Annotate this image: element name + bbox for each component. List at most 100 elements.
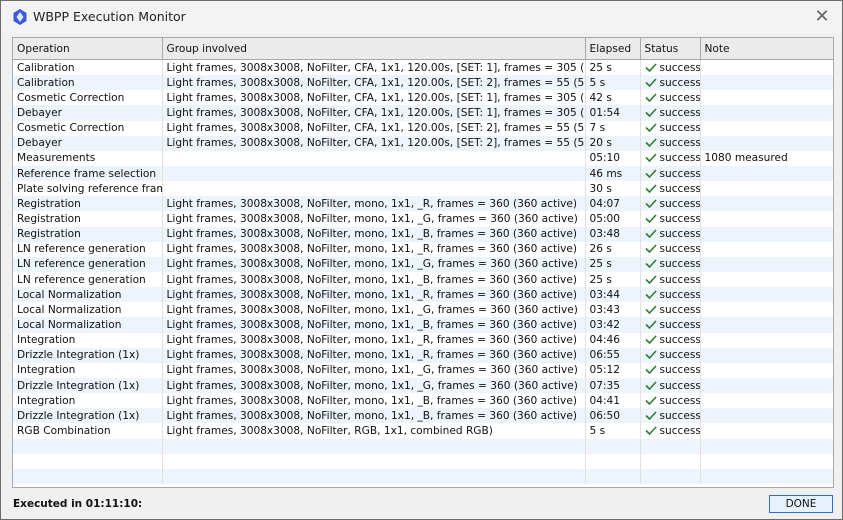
elapsed-cell: 06:55 (585, 347, 641, 363)
check-icon (644, 184, 657, 193)
done-button[interactable]: DONE (769, 495, 833, 513)
table-row[interactable]: Integration Light frames, 3008x3008, NoFi… (13, 332, 833, 348)
status-text: success (659, 228, 700, 241)
elapsed-cell: 42 s (585, 90, 641, 106)
status-text: success (659, 394, 700, 407)
elapsed-cell: 05:10 (585, 150, 641, 166)
group-cell: Light frames, 3008x3008, NoFilter, CFA, … (162, 75, 586, 91)
table-row[interactable]: Local Normalization Light frames, 3008x30… (13, 287, 833, 303)
status-cell: success (640, 135, 701, 151)
group-cell: Light frames, 3008x3008, NoFilter, mono,… (162, 241, 586, 257)
table-row[interactable]: Debayer Light frames, 3008x3008, NoFilter… (13, 135, 833, 151)
table-row[interactable]: Drizzle Integration (1x) Light frames, 30… (13, 408, 833, 424)
elapsed-cell: 5 s (585, 75, 641, 91)
note-cell (700, 226, 833, 242)
elapsed-cell: 03:48 (585, 226, 641, 242)
table-row[interactable]: Plate solving reference frames 30 s succes… (13, 181, 833, 197)
table-row[interactable]: LN reference generation Light frames, 300… (13, 241, 833, 257)
status-text: success (659, 137, 700, 150)
table-row[interactable]: Cosmetic Correction Light frames, 3008x30… (13, 90, 833, 106)
empty-cell (13, 438, 163, 454)
elapsed-cell: 04:46 (585, 332, 641, 348)
column-header-note[interactable]: Note (700, 38, 833, 60)
operation-cell: Drizzle Integration (1x) (13, 347, 163, 363)
note-cell (700, 211, 833, 227)
operation-cell: Calibration (13, 59, 163, 76)
column-header-status[interactable]: Status (640, 38, 701, 60)
table-row[interactable]: Drizzle Integration (1x) Light frames, 30… (13, 347, 833, 363)
elapsed-cell: 25 s (585, 256, 641, 272)
empty-cell (585, 453, 641, 469)
status-text: success (659, 318, 700, 331)
check-icon (644, 320, 657, 329)
operation-cell: Integration (13, 332, 163, 348)
table-row[interactable]: RGB Combination Light frames, 3008x3008, … (13, 423, 833, 439)
status-cell: success (640, 287, 701, 303)
status-text: success (659, 167, 700, 180)
group-cell: Light frames, 3008x3008, NoFilter, mono,… (162, 256, 586, 272)
table-row[interactable]: LN reference generation Light frames, 300… (13, 256, 833, 272)
group-cell: Light frames, 3008x3008, NoFilter, mono,… (162, 377, 586, 394)
note-cell (700, 256, 833, 272)
operation-cell: Registration (13, 211, 163, 227)
table-row[interactable]: Registration Light frames, 3008x3008, NoF… (13, 196, 833, 212)
check-icon (644, 259, 657, 269)
table-row[interactable]: Local Normalization Light frames, 3008x30… (13, 302, 833, 318)
table-row[interactable]: Registration Light frames, 3008x3008, NoF… (13, 226, 833, 242)
operation-cell: Local Normalization (13, 287, 163, 303)
table-row[interactable]: Debayer Light frames, 3008x3008, NoFilter… (13, 105, 833, 121)
check-icon (644, 350, 657, 360)
check-icon (644, 63, 657, 72)
table-row[interactable]: Registration Light frames, 3008x3008, NoF… (13, 211, 833, 227)
status-text: success (659, 76, 700, 89)
check-icon (644, 380, 657, 390)
group-cell: Light frames, 3008x3008, NoFilter, mono,… (162, 393, 586, 409)
status-cell: success (640, 150, 701, 166)
table-row[interactable]: Drizzle Integration (1x) Light frames, 30… (13, 377, 833, 394)
table-row[interactable]: Local Normalization Light frames, 3008x30… (13, 317, 833, 333)
empty-cell (700, 468, 833, 484)
status-cell: success (640, 75, 701, 91)
group-cell: Light frames, 3008x3008, NoFilter, CFA, … (162, 105, 586, 121)
table-row[interactable]: Integration Light frames, 3008x3008, NoFi… (13, 362, 833, 378)
table-row[interactable]: Reference frame selection 46 ms success (13, 165, 833, 182)
status-text: success (659, 409, 700, 422)
elapsed-cell: 04:07 (585, 196, 641, 212)
table-row[interactable]: Calibration Light frames, 3008x3008, NoFi… (13, 75, 833, 91)
table-row[interactable]: Calibration Light frames, 3008x3008, NoFi… (13, 59, 833, 76)
note-cell: 1080 measured (700, 150, 833, 166)
table-row[interactable]: Measurements 05:10 success 1080 measured (13, 150, 833, 166)
status-cell: success (640, 423, 701, 439)
status-cell: success (640, 256, 701, 272)
window-title: WBPP Execution Monitor (33, 9, 186, 24)
table-row[interactable]: Cosmetic Correction Light frames, 3008x30… (13, 120, 833, 136)
status-cell: success (640, 408, 701, 424)
note-cell (700, 423, 833, 439)
status-text: success (659, 349, 700, 362)
status-cell: success (640, 241, 701, 257)
operation-cell: Calibration (13, 75, 163, 91)
table-row[interactable]: LN reference generation Light frames, 300… (13, 271, 833, 288)
elapsed-cell: 46 ms (585, 165, 641, 182)
check-icon (644, 229, 657, 239)
empty-cell (700, 438, 833, 454)
status-cell: success (640, 377, 701, 394)
close-icon[interactable]: ✕ (810, 5, 834, 29)
column-header-operation[interactable]: Operation (13, 38, 163, 60)
column-header-elapsed[interactable]: Elapsed (585, 38, 641, 60)
execution-time-label: Executed in 01:11:10: (13, 498, 143, 510)
table-row[interactable]: Integration Light frames, 3008x3008, NoFi… (13, 393, 833, 409)
operations-table: Operation Group involved Elapsed Status … (12, 37, 834, 488)
group-cell: Light frames, 3008x3008, NoFilter, mono,… (162, 211, 586, 227)
empty-cell (162, 438, 586, 454)
status-text: success (659, 182, 700, 195)
elapsed-cell: 01:54 (585, 105, 641, 121)
operation-cell: Integration (13, 393, 163, 409)
note-cell (700, 377, 833, 394)
operation-cell: Integration (13, 362, 163, 378)
note-cell (700, 302, 833, 318)
status-cell: success (640, 90, 701, 106)
column-header-group[interactable]: Group involved (162, 38, 586, 60)
status-text: success (659, 258, 700, 271)
elapsed-cell: 26 s (585, 241, 641, 257)
